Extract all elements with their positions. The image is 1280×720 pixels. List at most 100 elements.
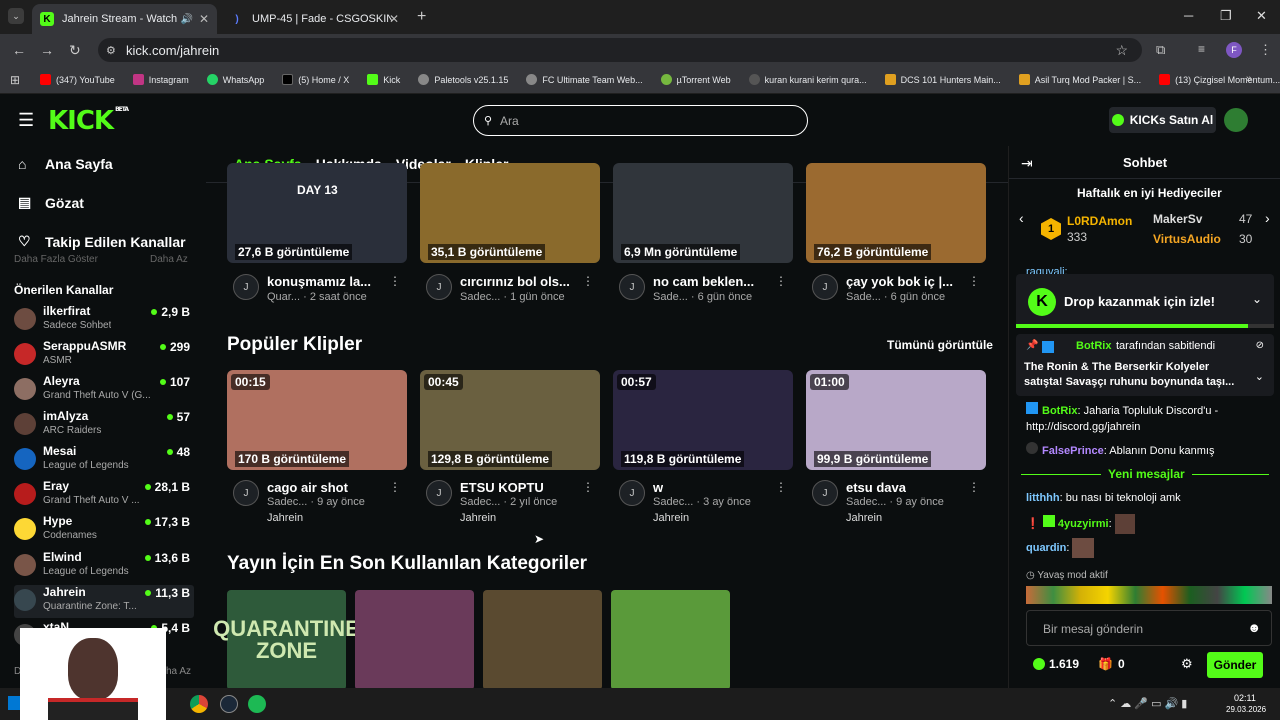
- gifter-name[interactable]: VirtusAudio: [1153, 232, 1221, 246]
- bookmark-item[interactable]: (347) YouTube: [40, 74, 115, 85]
- minimize-icon[interactable]: ─: [1184, 8, 1193, 23]
- apps-icon[interactable]: ⊞: [10, 73, 20, 87]
- video-title[interactable]: çay yok bok iç |...: [846, 274, 953, 289]
- chat-settings-icon[interactable]: ⚙: [1181, 656, 1193, 672]
- channel-avatar[interactable]: J: [619, 480, 645, 506]
- category-card[interactable]: QUARANTINE ZONE: [213, 590, 360, 688]
- sidebar-channel[interactable]: Hype Codenames 17,3 B: [14, 514, 194, 547]
- close-window-icon[interactable]: ✕: [1256, 8, 1267, 24]
- expand-pin-icon[interactable]: ⌄: [1255, 370, 1264, 383]
- clip-title[interactable]: cago air shot: [267, 480, 348, 495]
- clip-title[interactable]: etsu dava: [846, 480, 906, 495]
- new-tab-button[interactable]: +: [417, 8, 426, 26]
- tray-icons[interactable]: ⌃ ☁ 🎤 ▭ 🔊 ▮: [1108, 697, 1187, 710]
- category-card[interactable]: [355, 590, 474, 688]
- bookmark-star-icon[interactable]: ☆: [1115, 42, 1128, 59]
- steam-icon[interactable]: [220, 695, 238, 713]
- clip-card[interactable]: 00:57 119,8 B görüntüleme Jw ⋮ Sadec... · 3 …: [613, 370, 793, 530]
- sidebar-channel[interactable]: Elwind League of Legends 13,6 B: [14, 550, 194, 583]
- tab-list-button[interactable]: ⌄: [8, 8, 24, 24]
- bookmark-item[interactable]: (13) Çizgisel Momentum...: [1159, 74, 1280, 85]
- more-options-icon[interactable]: ⋮: [775, 274, 787, 288]
- user-avatar[interactable]: [1224, 108, 1248, 132]
- more-options-icon[interactable]: ⋮: [775, 480, 787, 494]
- channel-avatar[interactable]: J: [233, 480, 259, 506]
- sidebar-channel[interactable]: Jahrein Quarantine Zone: T... 11,3 B: [14, 585, 194, 618]
- menu-icon[interactable]: ⋮: [1259, 42, 1272, 58]
- more-options-icon[interactable]: ⋮: [389, 274, 401, 288]
- site-info-icon[interactable]: ⚙: [106, 44, 116, 57]
- channel-avatar[interactable]: J: [426, 480, 452, 506]
- bookmark-item[interactable]: DCS 101 Hunters Main...: [884, 74, 1001, 85]
- forward-icon[interactable]: →: [40, 42, 54, 58]
- channel-avatar[interactable]: J: [233, 274, 259, 300]
- show-less-link[interactable]: Daha Az: [150, 254, 188, 262]
- maximize-icon[interactable]: ❐: [1220, 8, 1232, 24]
- send-button[interactable]: Gönder: [1207, 652, 1263, 678]
- sidebar-channel[interactable]: ilkerfirat Sadece Sohbet 2,9 B: [14, 304, 194, 337]
- sidebar-channel[interactable]: Aleyra Grand Theft Auto V (G... 107: [14, 374, 194, 407]
- buy-kicks-button[interactable]: KICKs Satın Al: [1109, 107, 1216, 133]
- pinned-message[interactable]: 📌 BotRix tarafından sabitlendi ⊘ The Ron…: [1016, 334, 1274, 396]
- drop-banner[interactable]: K Drop kazanmak için izle! ⌄: [1016, 274, 1274, 328]
- collapse-chat-icon[interactable]: ⇥: [1021, 155, 1033, 172]
- clip-channel[interactable]: Jahrein: [267, 512, 303, 524]
- more-options-icon[interactable]: ⋮: [968, 480, 980, 494]
- video-card[interactable]: 76,2 B görüntüleme Jçay yok bok iç |... ⋮ S…: [806, 163, 986, 313]
- gifts-count[interactable]: 0: [1118, 657, 1125, 671]
- kick-logo[interactable]: KICK BETA: [48, 106, 129, 136]
- channel-avatar[interactable]: J: [426, 274, 452, 300]
- clock-date[interactable]: 29.03.2026: [1226, 705, 1266, 714]
- bookmark-item[interactable]: Asil Turq Mod Packer | S...: [1018, 74, 1141, 85]
- clip-card[interactable]: 00:15 170 B görüntüleme Jcago air shot ⋮ Sad…: [227, 370, 407, 530]
- more-options-icon[interactable]: ⋮: [582, 480, 594, 494]
- media-icon[interactable]: ≡: [1198, 42, 1205, 56]
- channel-avatar[interactable]: J: [619, 274, 645, 300]
- video-card[interactable]: DAY 13 27,6 B görüntüleme Jkonuşmamız la..…: [227, 163, 407, 313]
- close-tab-icon[interactable]: ✕: [199, 12, 209, 26]
- hide-pin-icon[interactable]: ⊘: [1256, 340, 1264, 351]
- chat-input[interactable]: Bir mesaj gönderin ☻: [1026, 610, 1272, 646]
- clip-channel[interactable]: Jahrein: [460, 512, 496, 524]
- spotify-icon[interactable]: [248, 695, 266, 713]
- profile-avatar[interactable]: F: [1226, 42, 1242, 58]
- clip-channel[interactable]: Jahrein: [653, 512, 689, 524]
- more-options-icon[interactable]: ⋮: [389, 480, 401, 494]
- gifter-name[interactable]: MakerSv: [1153, 212, 1202, 226]
- points-count[interactable]: 1.619: [1049, 657, 1079, 671]
- more-options-icon[interactable]: ⋮: [582, 274, 594, 288]
- sidebar-channel[interactable]: Mesai League of Legends 48: [14, 444, 194, 477]
- bookmark-item[interactable]: kuran kurani kerim qura...: [748, 74, 867, 85]
- show-less-bottom-right[interactable]: ha Az: [166, 666, 191, 677]
- gifters-prev-icon[interactable]: ‹: [1019, 210, 1024, 226]
- sidebar-channel[interactable]: Eray Grand Theft Auto V ... 28,1 B: [14, 479, 194, 512]
- hamburger-menu-icon[interactable]: ☰: [18, 110, 34, 131]
- gifters-next-icon[interactable]: ›: [1265, 210, 1270, 226]
- video-card[interactable]: 6,9 Mn görüntüleme Jno cam beklen... ⋮ Sade…: [613, 163, 793, 313]
- show-more-link[interactable]: Daha Fazla Göster: [14, 254, 98, 262]
- clip-title[interactable]: ETSU KOPTU: [460, 480, 544, 495]
- sidebar-item-following[interactable]: ♡ Takip Edilen Kanallar: [18, 233, 186, 250]
- clip-card[interactable]: 00:45 129,8 B görüntüleme J ETSU KOPTU ⋮ Sade…: [420, 370, 600, 530]
- bookmark-item[interactable]: µTorrent Web: [660, 74, 731, 85]
- channel-avatar[interactable]: J: [812, 480, 838, 506]
- clip-title[interactable]: w: [653, 480, 663, 495]
- more-options-icon[interactable]: ⋮: [968, 274, 980, 288]
- gifter-name[interactable]: L0RDAmon: [1067, 214, 1132, 228]
- see-all-clips-link[interactable]: Tümünü görüntüle: [887, 338, 993, 352]
- clip-card[interactable]: 01:00 99,9 B görüntüleme Jetsu dava ⋮ Sadec.…: [806, 370, 986, 530]
- category-card[interactable]: [483, 590, 602, 688]
- extensions-icon[interactable]: ⧉: [1156, 42, 1165, 58]
- bookmark-item[interactable]: Paletools v25.1.15: [418, 74, 508, 85]
- audio-icon[interactable]: 🔊: [181, 14, 193, 25]
- tab-inactive[interactable]: ) UMP-45 | Fade - CSGOSKINS.GG ✕: [222, 4, 407, 34]
- chevron-down-icon[interactable]: ⌄: [1252, 292, 1262, 306]
- chrome-icon[interactable]: [190, 695, 208, 713]
- bookmark-item[interactable]: Kick: [367, 74, 400, 85]
- video-title[interactable]: konuşmamız la...: [267, 274, 371, 289]
- channel-avatar[interactable]: J: [812, 274, 838, 300]
- clock-time[interactable]: 02:11: [1234, 693, 1256, 703]
- video-title[interactable]: no cam beklen...: [653, 274, 754, 289]
- url-field[interactable]: ⚙ kick.com/jahrein ☆: [98, 38, 1142, 62]
- sidebar-item-browse[interactable]: ▤ Gözat: [18, 194, 84, 211]
